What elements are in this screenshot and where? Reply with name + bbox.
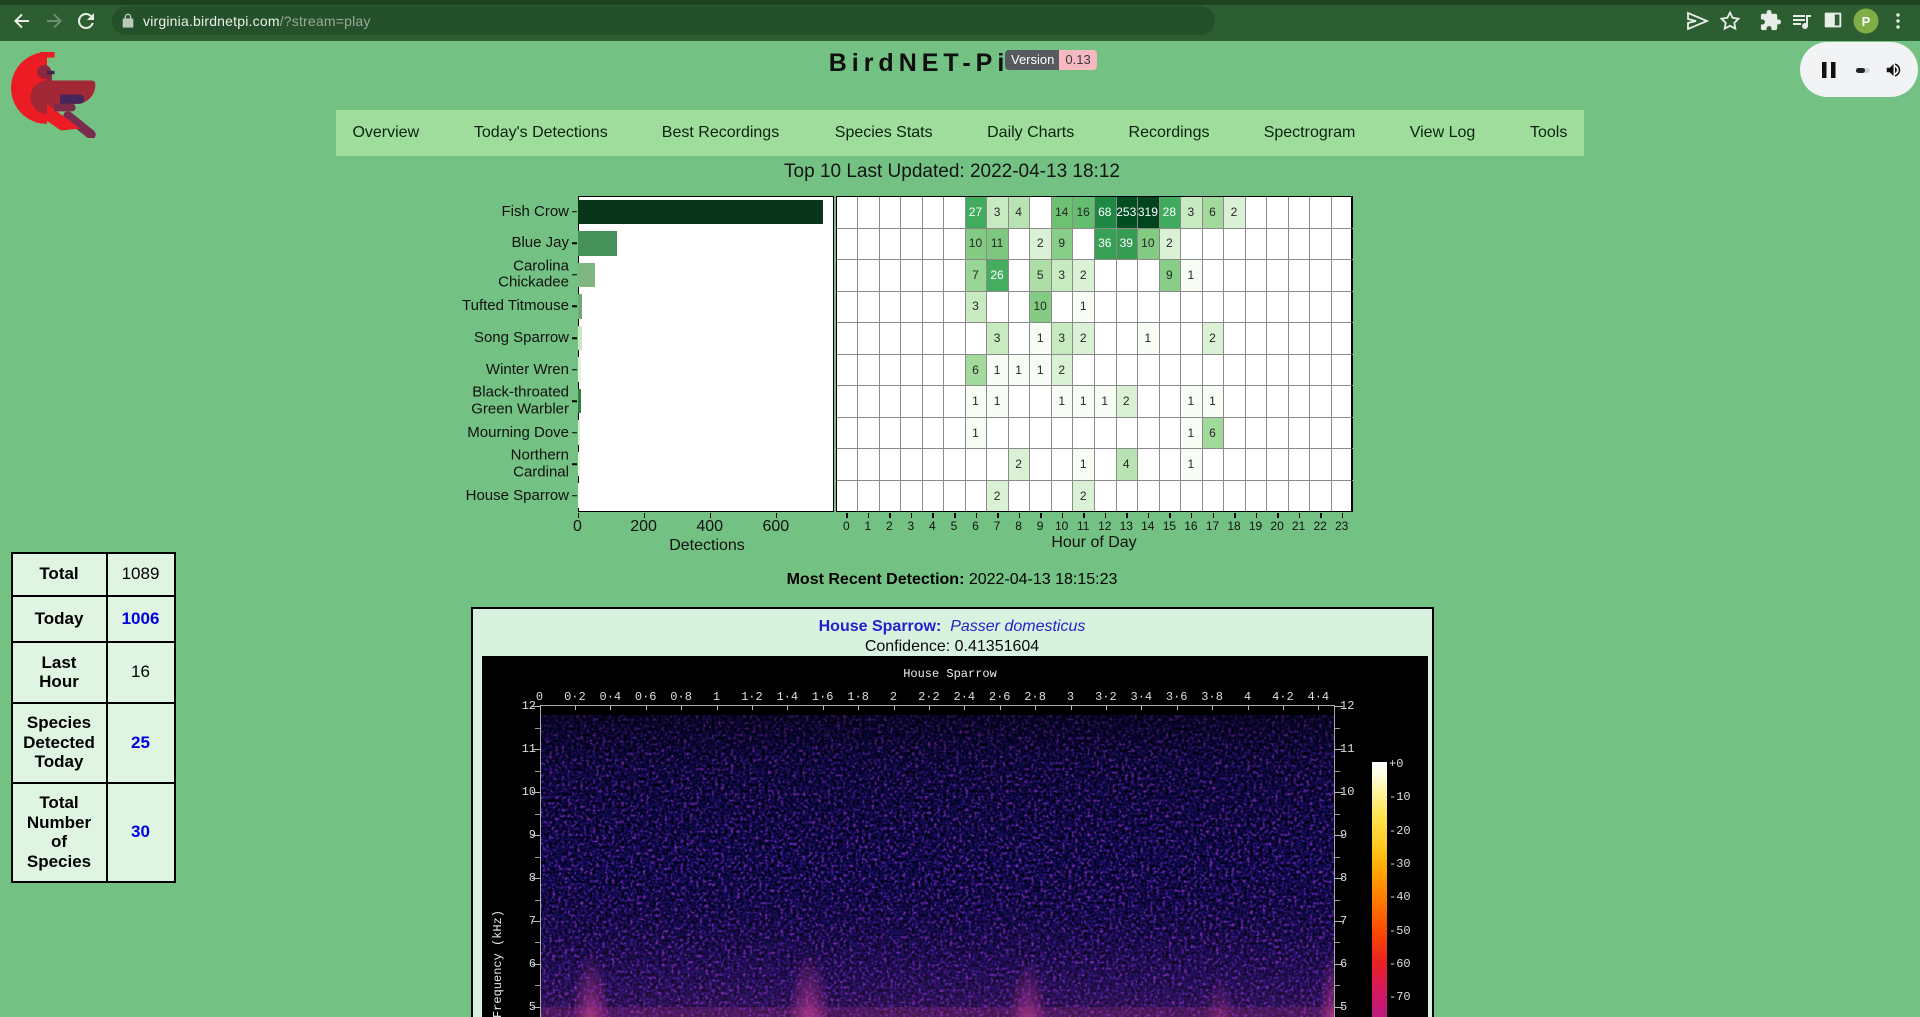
svg-text:P: P [1862,14,1871,29]
